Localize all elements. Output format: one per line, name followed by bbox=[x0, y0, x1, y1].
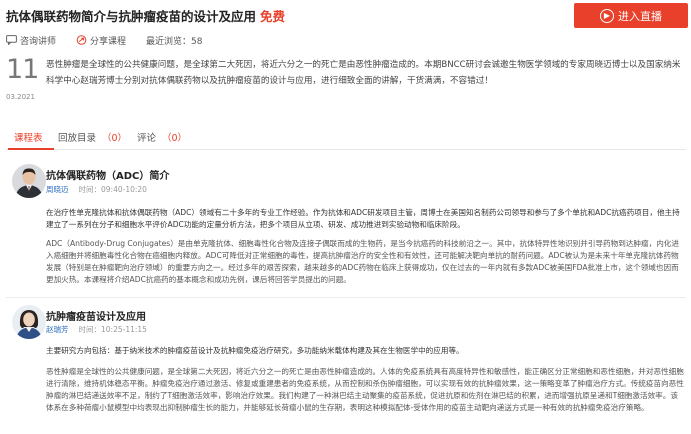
share-icon bbox=[76, 35, 87, 45]
tab-active-indicator bbox=[8, 148, 54, 150]
course-2-time: 时间：10:25-11:15 bbox=[78, 325, 147, 334]
tab-comments[interactable]: 评论 （0） bbox=[137, 130, 187, 144]
course-title: 抗体偶联药物简介与抗肿瘤疫苗的设计及应用 bbox=[6, 9, 257, 24]
course-2-speaker[interactable]: 赵瑞芳 bbox=[46, 325, 69, 334]
header-bar: 抗体偶联药物简介与抗肿瘤疫苗的设计及应用 免费 ▶ 进入直播 bbox=[0, 0, 691, 32]
share-label: 分享课程 bbox=[90, 36, 127, 47]
tab-schedule[interactable]: 课程表 bbox=[14, 130, 43, 144]
course-2-title: 抗肿瘤疫苗设计及应用 bbox=[46, 312, 146, 323]
course-1-description: ADC（Antibody-Drug Conjugates）是由单克隆抗体、细胞毒… bbox=[46, 239, 679, 284]
meta-bar: 咨询讲师 分享课程 最近浏览：58 bbox=[6, 33, 202, 47]
page-title: 抗体偶联药物简介与抗肿瘤疫苗的设计及应用 免费 bbox=[6, 6, 285, 25]
enter-live-button[interactable]: ▶ 进入直播 bbox=[574, 3, 688, 28]
date-day: 11 bbox=[6, 54, 39, 85]
course-2-description: 恶性肿瘤是全球性的公共健康问题，是全球第二大死因，将近六分之一的死亡是由恶性肿瘤… bbox=[46, 367, 684, 412]
enter-live-label: 进入直播 bbox=[618, 9, 662, 23]
tab-replay-count: （0） bbox=[102, 133, 128, 144]
tab-replay-label: 回放目录 bbox=[58, 133, 97, 144]
course-1-speaker[interactable]: 周晓迈 bbox=[46, 185, 69, 194]
consult-teacher-link[interactable]: 咨询讲师 bbox=[6, 33, 56, 47]
views-label: 最近浏览：58 bbox=[146, 36, 203, 47]
free-badge: 免费 bbox=[260, 9, 286, 24]
course-1-title: 抗体偶联药物（ADC）简介 bbox=[46, 171, 170, 182]
tab-comments-count: （0） bbox=[162, 133, 188, 144]
course-1-bio: 在治疗性单克隆抗体和抗体偶联药物（ADC）领域有二十多年的专业工作经验。作为抗体… bbox=[46, 208, 680, 229]
date-month-year: 03.2021 bbox=[6, 93, 35, 101]
play-icon: ▶ bbox=[600, 8, 614, 23]
consult-label: 咨询讲师 bbox=[20, 36, 57, 47]
course-2-meta: 赵瑞芳 时间：10:25-11:15 bbox=[46, 324, 147, 335]
tab-replay[interactable]: 回放目录 （0） bbox=[58, 130, 127, 144]
tab-schedule-label: 课程表 bbox=[14, 133, 43, 144]
views-count: 最近浏览：58 bbox=[146, 33, 202, 47]
course-divider bbox=[6, 297, 686, 298]
course-1-time: 时间：09:40-10:20 bbox=[78, 185, 147, 194]
avatar bbox=[12, 305, 46, 339]
course-intro: 恶性肿瘤是全球性的公共健康问题，是全球第二大死因，将近六分之一的死亡是由恶性肿瘤… bbox=[46, 60, 681, 86]
course-1-meta: 周晓迈 时间：09:40-10:20 bbox=[46, 184, 147, 195]
avatar bbox=[12, 164, 46, 198]
tab-bar: 课程表 回放目录 （0） 评论 （0） bbox=[6, 124, 686, 150]
chat-icon bbox=[6, 35, 17, 45]
tab-comments-label: 评论 bbox=[137, 133, 157, 144]
share-course-link[interactable]: 分享课程 bbox=[76, 33, 126, 47]
course-2-bio: 主要研究方向包括：基于纳米技术的肿瘤疫苗设计及抗肿瘤免疫治疗研究，多功能纳米载体… bbox=[46, 346, 464, 355]
